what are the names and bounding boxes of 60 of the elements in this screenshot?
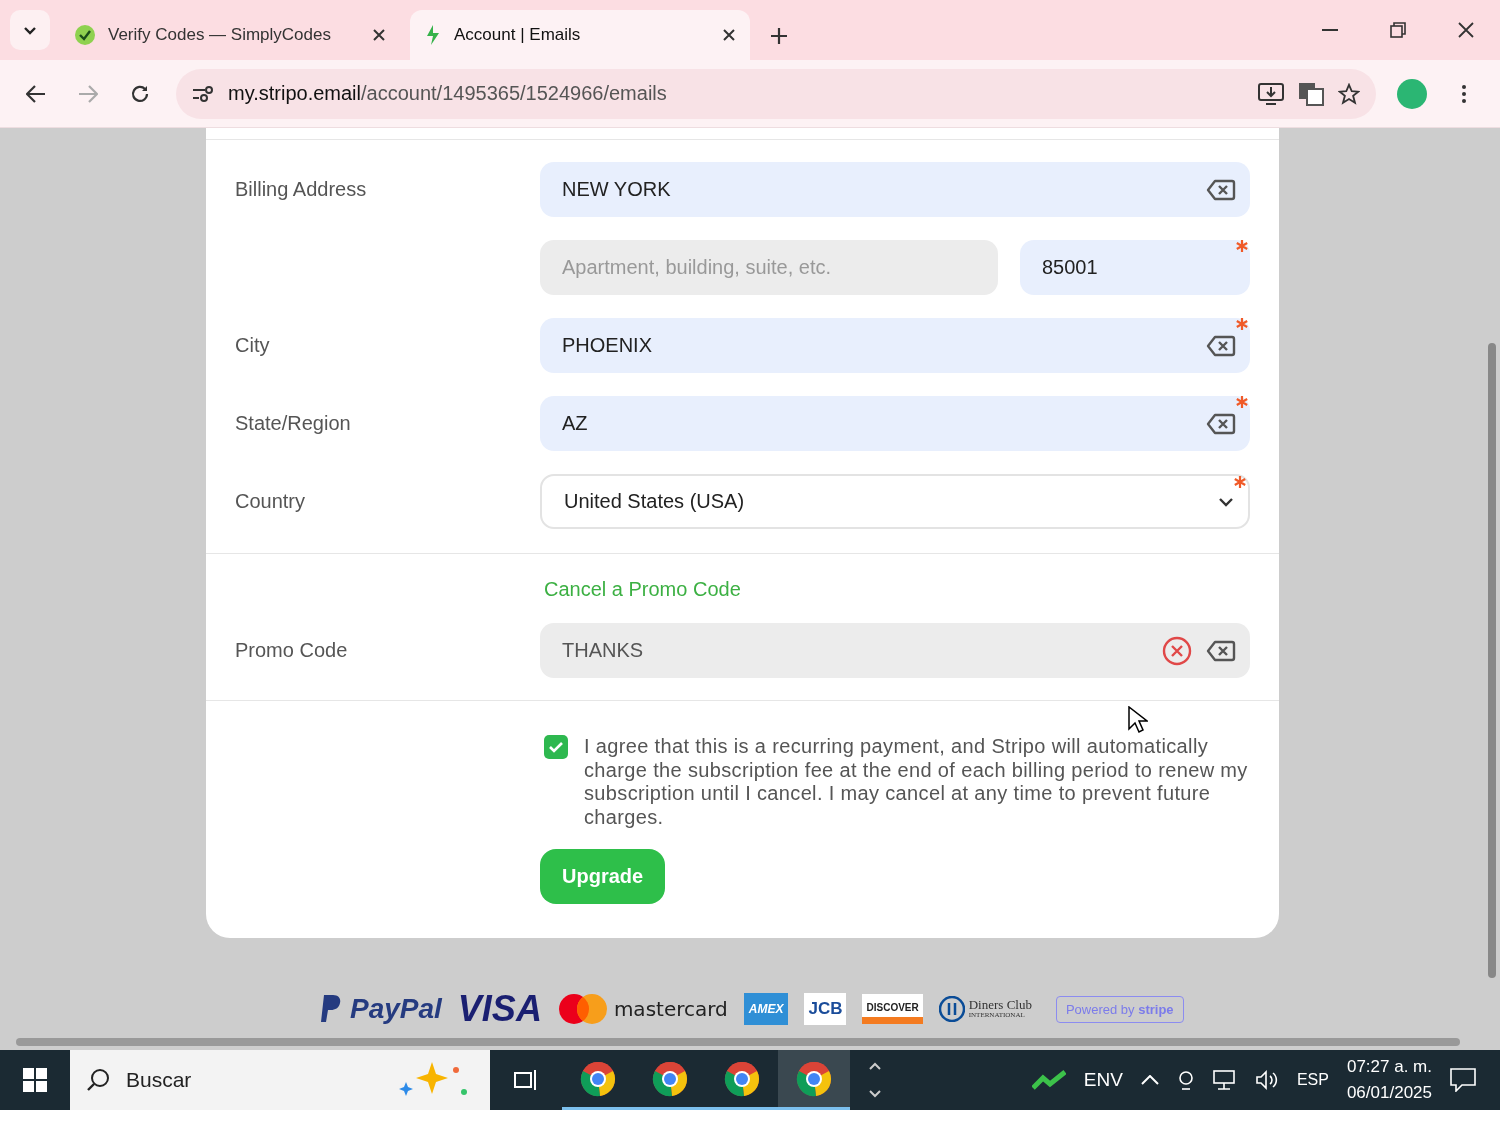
field-label: Billing Address bbox=[235, 178, 368, 201]
chevron-down-icon bbox=[1218, 496, 1234, 507]
amex-logo: AMEX bbox=[743, 993, 789, 1025]
stock-chart-icon bbox=[1031, 1070, 1066, 1090]
paypal-logo: PayPal bbox=[320, 993, 442, 1025]
leaf-logo-icon bbox=[424, 24, 442, 46]
site-settings-icon[interactable] bbox=[192, 84, 214, 103]
address-bar[interactable]: my.stripo.email/account/1495365/1524966/emails bbox=[176, 68, 1376, 119]
required-asterisk-icon bbox=[1236, 318, 1248, 330]
chevron-up-icon[interactable] bbox=[1140, 1075, 1159, 1085]
weather-text[interactable]: ENV bbox=[1083, 1069, 1123, 1091]
browser-taskbar-icon[interactable] bbox=[778, 1050, 850, 1110]
clear-icon[interactable] bbox=[1206, 411, 1236, 436]
discover-logo: DISCOVER bbox=[862, 994, 923, 1024]
check-logo-icon bbox=[74, 24, 96, 46]
field-label: State/Region bbox=[235, 412, 352, 435]
plus-icon bbox=[770, 27, 788, 45]
close-tab-icon[interactable] bbox=[372, 28, 386, 42]
chevron-down-icon bbox=[23, 25, 37, 35]
error-circle-icon bbox=[1162, 635, 1192, 666]
camera-icon[interactable] bbox=[1176, 1070, 1195, 1090]
text-field[interactable]: NEW YORK bbox=[540, 162, 1250, 217]
required-asterisk-icon bbox=[1236, 240, 1248, 252]
promo-code-field[interactable]: THANKS bbox=[540, 623, 1250, 678]
translate-icon[interactable] bbox=[1298, 81, 1324, 106]
speaker-icon[interactable] bbox=[1254, 1070, 1279, 1090]
clear-icon[interactable] bbox=[1206, 333, 1236, 358]
field-label: Promo Code bbox=[235, 639, 349, 662]
clear-icon[interactable] bbox=[1206, 177, 1236, 202]
mastercard-logo: mastercard bbox=[557, 993, 728, 1025]
url-text: my.stripo.email/account/1495365/1524966/emails bbox=[228, 82, 668, 105]
clear-icon[interactable] bbox=[1206, 638, 1236, 663]
taskbar-search-field[interactable]: Buscar bbox=[70, 1050, 490, 1110]
visa-logo: VISA bbox=[457, 988, 542, 1030]
browser-tab[interactable]: Account | Emails bbox=[410, 10, 750, 60]
field-label: Country bbox=[235, 490, 307, 513]
text-field[interactable]: 85001 bbox=[1020, 240, 1250, 295]
agree-checkbox[interactable] bbox=[544, 735, 568, 759]
search-icon bbox=[86, 1068, 110, 1092]
powered-by-stripe-badge: Powered by stripe bbox=[1055, 995, 1184, 1023]
field-label: City bbox=[235, 334, 271, 357]
agreement-text: I agree that this is a recurring payment, and Stripo will automatically charge the subscription fee at the end of each billing period to renew my subscription until I cancel. I may cancel at any time to prevent future charges. bbox=[584, 735, 1249, 829]
browser-tab[interactable]: Verify Codes — SimplyCodes bbox=[60, 10, 400, 60]
bookmark-star-icon[interactable] bbox=[1338, 82, 1360, 105]
notification-icon[interactable] bbox=[1450, 1068, 1476, 1092]
country-select[interactable]: United States (USA) bbox=[540, 474, 1250, 529]
text-field[interactable]: AZ bbox=[540, 396, 1250, 451]
clock-time[interactable]: 07:27 a. m. bbox=[1346, 1054, 1432, 1080]
jcb-logo: JCB bbox=[804, 993, 847, 1025]
close-tab-icon[interactable] bbox=[722, 28, 736, 42]
mouse-cursor-icon bbox=[1128, 706, 1148, 734]
install-app-icon[interactable] bbox=[1258, 82, 1284, 105]
required-asterisk-icon bbox=[1234, 476, 1246, 488]
text-field[interactable]: PHOENIX bbox=[540, 318, 1250, 373]
vertical-scrollbar[interactable] bbox=[1488, 343, 1496, 978]
required-asterisk-icon bbox=[1236, 396, 1248, 408]
horizontal-scrollbar[interactable] bbox=[16, 1038, 1460, 1046]
language-indicator[interactable]: ESP bbox=[1296, 1071, 1329, 1089]
clock-date[interactable]: 06/01/2025 bbox=[1346, 1080, 1432, 1106]
network-icon[interactable] bbox=[1212, 1070, 1237, 1090]
